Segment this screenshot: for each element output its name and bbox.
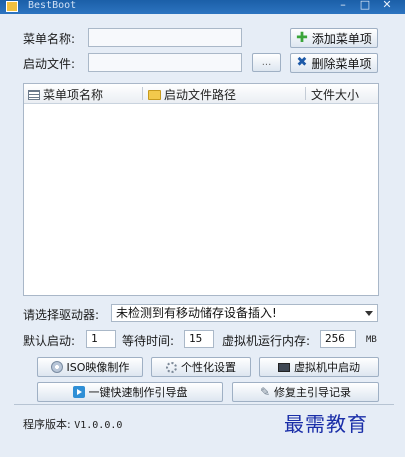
gear-icon	[166, 361, 177, 373]
title-bar[interactable]: BestBoot – □ ✕	[0, 0, 405, 14]
vm-memory-input[interactable]: 256	[320, 330, 356, 348]
one-click-boot-disk-button[interactable]: 一键快速制作引导盘	[37, 382, 223, 402]
wait-time-input[interactable]: 15	[184, 330, 214, 348]
vm-memory-label: 虚拟机运行内存:	[222, 334, 311, 348]
chevron-down-icon[interactable]	[365, 311, 373, 316]
version-label: 程序版本:	[23, 418, 71, 431]
iso-image-button[interactable]: ISO映像制作	[37, 357, 143, 377]
drive-label: 请选择驱动器:	[23, 308, 100, 322]
list-header: 菜单项名称 启动文件路径 文件大小	[24, 84, 378, 104]
app-icon	[6, 1, 18, 12]
vm-boot-button[interactable]: 虚拟机中启动	[259, 357, 379, 377]
cross-icon: ✖	[296, 55, 308, 70]
browse-button[interactable]: ...	[252, 53, 281, 72]
column-header-menu-name[interactable]: 菜单项名称	[28, 86, 103, 103]
app-window: BestBoot – □ ✕ 菜单名称: ✚ 添加菜单项 启动文件: ... ✖…	[0, 0, 405, 457]
window-title: BestBoot	[28, 0, 77, 11]
list-icon	[28, 89, 40, 100]
folder-icon	[148, 89, 161, 100]
delete-menu-item-button[interactable]: ✖ 删除菜单项	[290, 53, 378, 73]
default-boot-input[interactable]: 1	[86, 330, 116, 348]
drive-select-value: 未检测到有移动储存设备插入!	[116, 306, 277, 320]
monitor-icon	[278, 362, 290, 372]
wait-time-label: 等待时间:	[122, 334, 175, 348]
disc-icon	[50, 361, 63, 373]
close-icon[interactable]: ✕	[380, 0, 394, 11]
default-boot-label: 默认启动:	[23, 334, 76, 348]
version-value: V1.0.0.0	[74, 420, 123, 431]
add-menu-item-button[interactable]: ✚ 添加菜单项	[290, 28, 378, 48]
watermark: 最需教育	[284, 412, 368, 436]
maximize-icon[interactable]: □	[358, 0, 372, 11]
boot-file-label: 启动文件:	[23, 57, 76, 71]
drive-select[interactable]: 未检测到有移动储存设备插入!	[111, 304, 378, 322]
version-info: 程序版本: V1.0.0.0	[23, 416, 122, 432]
vm-memory-unit: MB	[366, 335, 377, 345]
plus-icon: ✚	[296, 30, 308, 46]
footer-divider	[14, 404, 394, 405]
column-header-file-size[interactable]: 文件大小	[311, 86, 359, 103]
add-menu-item-label: 添加菜单项	[311, 31, 372, 46]
boot-file-input[interactable]	[88, 53, 242, 72]
menu-name-input[interactable]	[88, 28, 242, 47]
personalize-button[interactable]: 个性化设置	[151, 357, 251, 377]
delete-menu-item-label: 删除菜单项	[311, 56, 372, 71]
column-header-file-path[interactable]: 启动文件路径	[148, 86, 236, 103]
menu-name-label: 菜单名称:	[23, 32, 76, 46]
wrench-icon: ✎	[259, 385, 271, 399]
repair-mbr-button[interactable]: ✎ 修复主引导记录	[232, 382, 379, 402]
play-icon	[72, 386, 85, 398]
minimize-icon[interactable]: –	[336, 0, 350, 11]
menu-item-list[interactable]: 菜单项名称 启动文件路径 文件大小	[23, 83, 379, 296]
